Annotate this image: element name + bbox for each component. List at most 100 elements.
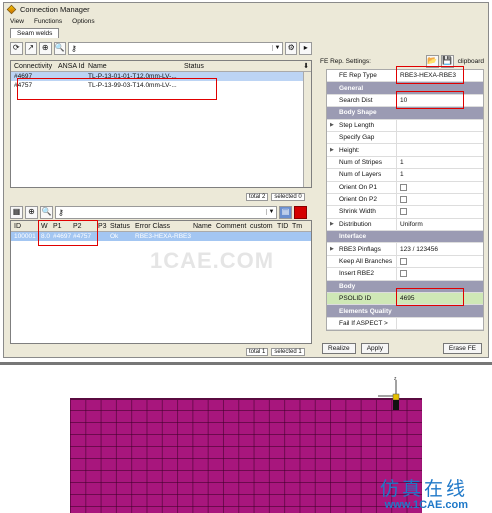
pick-icon[interactable]: ↗ xyxy=(24,41,37,55)
property-value[interactable] xyxy=(397,132,483,143)
clipboard-label[interactable]: clipboard xyxy=(456,58,486,65)
search-filter-combo[interactable]: ⚷ ▼ xyxy=(68,41,283,55)
property-row[interactable]: ▶ Distribution Uniform xyxy=(327,218,483,232)
property-row[interactable]: Keep All Branches xyxy=(327,255,483,269)
property-value[interactable] xyxy=(397,318,483,329)
zoom-icon[interactable]: ⊕ xyxy=(39,41,52,55)
total-count: total 2 xyxy=(246,193,269,201)
col-ansa-id[interactable]: ANSA Id xyxy=(55,63,85,70)
highlight-box-search-dist xyxy=(396,91,464,109)
property-row[interactable]: Num of Stripes 1 xyxy=(327,156,483,170)
selected-count: selected 1 xyxy=(271,348,305,356)
property-row[interactable]: Orient On P2 xyxy=(327,193,483,207)
menu-bar: View Functions Options xyxy=(4,16,488,27)
distribution-value[interactable]: Uniform xyxy=(397,219,483,230)
property-row[interactable]: Fail If ASPECT > xyxy=(327,317,483,331)
realize-button[interactable]: Realize xyxy=(322,343,356,354)
col-tm[interactable]: Tm xyxy=(289,223,302,230)
sort-down-icon[interactable]: ⬇ xyxy=(300,62,311,70)
action-buttons: Realize Apply Erase FE xyxy=(318,343,486,354)
section-interface: Interface xyxy=(327,231,483,244)
brand-url[interactable]: www.1CAE.com xyxy=(380,499,468,511)
property-key: ▶ Step Length xyxy=(327,119,397,131)
col-status[interactable]: Status xyxy=(107,223,132,230)
search-icon[interactable]: 🔍 xyxy=(40,205,53,219)
col-id[interactable]: ID xyxy=(11,223,38,230)
orient-p1-checkbox[interactable] xyxy=(400,183,407,191)
erase-fe-button[interactable]: Erase FE xyxy=(442,343,482,354)
property-row[interactable]: ▶ Height: xyxy=(327,144,483,157)
expand-arrow-icon[interactable]: ▶ xyxy=(330,122,334,128)
num-layers-value[interactable]: 1 xyxy=(397,169,483,180)
col-status[interactable]: Status xyxy=(181,63,221,70)
fe-settings-label: FE Rep. Settings: xyxy=(320,57,371,65)
mesh-icon[interactable]: ▦ xyxy=(10,205,23,219)
property-key: ▶ Distribution xyxy=(327,218,397,231)
property-key: FE Rep Type xyxy=(327,70,397,82)
num-stripes-value[interactable]: 1 xyxy=(397,157,483,168)
property-key: Orient On P1 xyxy=(327,181,397,193)
property-row[interactable]: Insert RBE2 xyxy=(327,268,483,281)
apply-button[interactable]: Apply xyxy=(360,343,389,354)
chevron-down-icon[interactable]: ▼ xyxy=(266,209,276,215)
property-key: Shrink Width xyxy=(327,206,397,218)
property-row[interactable]: Orient On P1 xyxy=(327,181,483,194)
highlight-box-rep-type xyxy=(396,66,464,84)
property-key: Insert RBE2 xyxy=(327,268,397,280)
tab-seam-welds[interactable]: Seam welds xyxy=(10,28,60,38)
insert-rbe2-checkbox[interactable] xyxy=(400,270,407,278)
menu-view[interactable]: View xyxy=(10,18,24,25)
property-key: Orient On P2 xyxy=(327,193,397,206)
property-row[interactable]: Num of Layers 1 xyxy=(327,169,483,182)
expand-arrow-icon[interactable]: ▶ xyxy=(330,246,334,252)
pinflags-value[interactable]: 123 / 123456 xyxy=(397,243,483,254)
property-row[interactable]: ▶ RBE3 Pinflags 123 / 123456 xyxy=(327,243,483,256)
highlight-box-connectivity xyxy=(17,78,217,100)
property-key: ▶ RBE3 Pinflags xyxy=(327,243,397,255)
hexa-mesh-view xyxy=(70,398,422,513)
left-panel: ⟳ ↗ ⊕ 🔍 ⚷ ▼ ⚙ ▸ Connectivity ANSA Id Nam… xyxy=(8,38,312,356)
chevron-down-icon[interactable]: ▼ xyxy=(271,45,282,51)
brand-chinese-name: 仿真在线 xyxy=(380,478,469,500)
property-row[interactable]: Specify Gap xyxy=(327,131,483,145)
settings-arrow-icon[interactable]: ▸ xyxy=(299,41,312,55)
col-tid[interactable]: TID xyxy=(274,223,289,230)
color-swatch-icon[interactable] xyxy=(294,205,307,219)
zoom-icon[interactable]: ⊕ xyxy=(25,205,38,219)
property-value[interactable] xyxy=(397,120,483,131)
search-icon[interactable]: 🔍 xyxy=(53,41,66,55)
menu-functions[interactable]: Functions xyxy=(34,18,62,25)
refresh-icon[interactable]: ⟳ xyxy=(10,41,23,55)
total-count: total 1 xyxy=(246,348,269,356)
error-class-cell: RBE3-HEXA-RBE3 xyxy=(135,233,191,240)
property-key: Num of Stripes xyxy=(327,156,397,169)
menu-options[interactable]: Options xyxy=(72,18,94,25)
section-elements-quality: Elements Quality xyxy=(327,305,483,318)
expand-arrow-icon[interactable]: ▶ xyxy=(330,147,334,153)
orient-p2-checkbox[interactable] xyxy=(400,196,407,204)
col-comment[interactable]: Comment xyxy=(213,223,247,230)
gear-icon[interactable]: ⚙ xyxy=(284,41,298,55)
status-cell: Ok xyxy=(110,233,119,240)
col-name[interactable]: Name xyxy=(85,63,181,70)
property-key: ▶ Height: xyxy=(327,144,397,156)
property-value[interactable] xyxy=(397,144,483,155)
key-icon: ⚷ xyxy=(71,43,77,53)
vertical-scrollbar[interactable] xyxy=(303,72,311,187)
col-name[interactable]: Name xyxy=(190,223,213,230)
col-connectivity[interactable]: Connectivity xyxy=(11,63,55,70)
property-row[interactable]: ▶ Step Length xyxy=(327,119,483,132)
connectivity-list-header: Connectivity ANSA Id Name Status ⬇ xyxy=(11,61,311,72)
col-error-class[interactable]: Error Class xyxy=(132,223,190,230)
top-list-status: total 2 selected 0 xyxy=(246,193,305,201)
property-key: PSOLID ID xyxy=(327,293,397,305)
property-row[interactable]: Shrink Width xyxy=(327,206,483,219)
property-key: Keep All Branches xyxy=(327,255,397,268)
keep-all-branches-checkbox[interactable] xyxy=(400,258,407,266)
shrink-width-checkbox[interactable] xyxy=(400,208,407,216)
col-custom[interactable]: custom xyxy=(247,223,274,230)
property-key: Fail If ASPECT > xyxy=(327,317,397,330)
table-view-icon[interactable]: ▤ xyxy=(279,205,292,219)
expand-arrow-icon[interactable]: ▶ xyxy=(330,221,334,227)
fe-filter-combo[interactable]: ⚷ ▼ xyxy=(55,205,277,219)
